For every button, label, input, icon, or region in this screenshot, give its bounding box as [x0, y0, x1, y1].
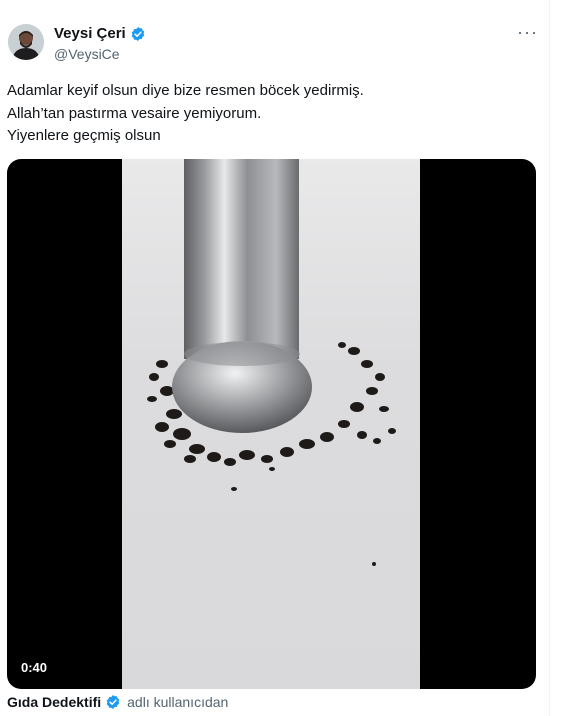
tweet-line: Adamlar keyif olsun diye bize resmen böc…	[7, 82, 364, 99]
author-name-row[interactable]: Veysi Çeri	[54, 25, 146, 43]
media-attribution[interactable]: Gıda Dedektifi adlı kullanıcıdan	[7, 694, 228, 710]
verified-badge-icon	[106, 695, 120, 709]
video-still	[147, 159, 396, 566]
person-avatar-icon	[8, 24, 44, 60]
author-display-name[interactable]: Veysi Çeri	[54, 25, 126, 43]
tweet-text: Adamlar keyif olsun diye bize resmen böc…	[7, 80, 364, 148]
author-handle[interactable]: @VeysiCe	[54, 46, 120, 62]
video-duration: 0:40	[16, 658, 53, 677]
verified-badge-icon	[131, 27, 144, 41]
attribution-suffix: adlı kullanıcıdan	[127, 694, 229, 710]
video-frame	[122, 159, 420, 689]
attribution-source-name[interactable]: Gıda Dedektifi	[7, 694, 101, 710]
avatar[interactable]	[8, 24, 44, 60]
video-player[interactable]: 0:40	[7, 159, 536, 689]
ellipsis-icon[interactable]: ···	[517, 22, 538, 43]
tweet-line: Yiyenlere geçmiş olsun	[7, 127, 161, 144]
timeline-divider	[549, 0, 550, 716]
tweet-line: Allah’tan pastırma vesaire yemiyorum.	[7, 104, 262, 122]
